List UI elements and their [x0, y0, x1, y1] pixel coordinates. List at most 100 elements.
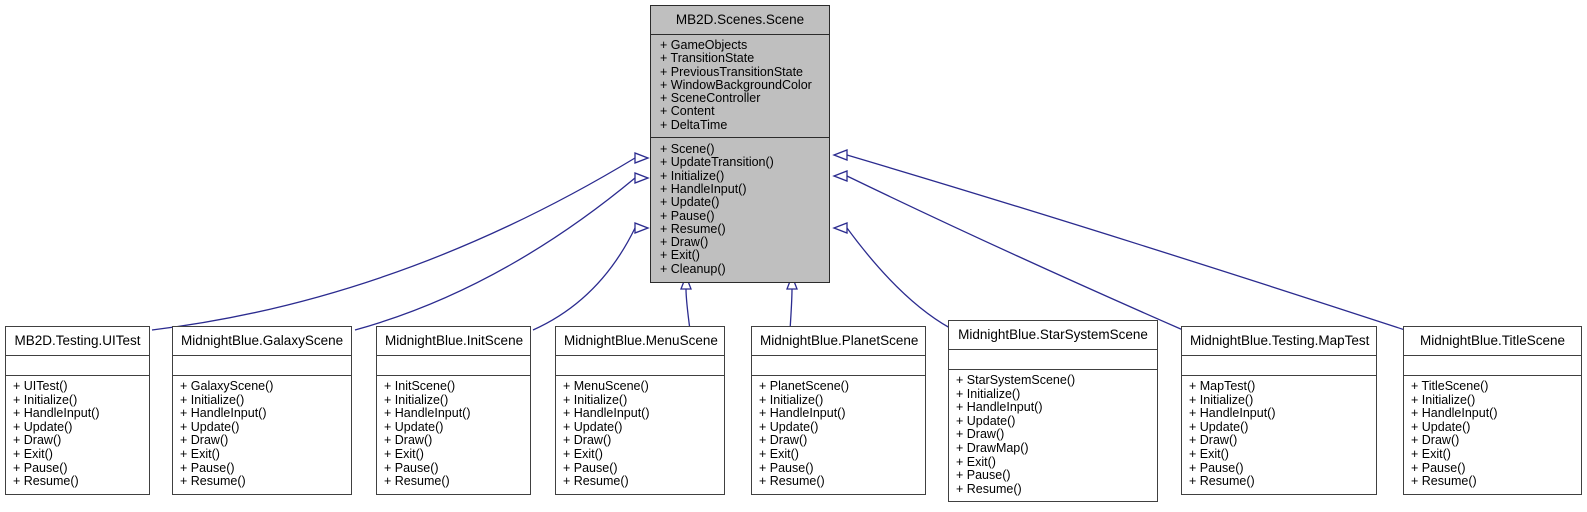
class-attribute: + TransitionState: [660, 51, 755, 66]
class-method: + Resume(): [956, 481, 1022, 496]
class-method: + HandleInput(): [1189, 406, 1276, 421]
class-method: + GalaxyScene(): [180, 379, 274, 393]
class-methods-compartment: + InitScene() + Initialize() + HandleInput…: [377, 376, 530, 494]
class-method: + Exit(): [13, 446, 53, 461]
class-title: MB2D.Scenes.Scene: [651, 6, 829, 35]
class-method: + HandleInput(): [180, 406, 267, 421]
class-method: + Update(): [384, 419, 444, 434]
class-method: + UpdateTransition(): [660, 155, 774, 170]
inheritance-edge: [832, 222, 951, 329]
class-method: + Update(): [180, 419, 240, 434]
class-attribute: + SceneController: [660, 91, 761, 106]
class-method: + PlanetScene(): [759, 379, 849, 393]
class-attributes-compartment: [377, 356, 530, 376]
class-box[interactable]: MidnightBlue.StarSystemScene + StarSystem…: [948, 320, 1158, 503]
inheritance-edge: [832, 170, 1184, 331]
class-method: + Draw(): [563, 433, 612, 448]
generalization-arrowhead: [832, 222, 848, 234]
class-method: + Pause(): [13, 460, 68, 475]
class-title: MidnightBlue.TitleScene: [1404, 327, 1581, 356]
generalization-arrowhead: [634, 152, 650, 164]
class-method: + Cleanup(): [660, 261, 726, 276]
class-method: + Resume(): [180, 474, 246, 489]
generalization-arrowhead: [832, 149, 848, 161]
class-method: + Exit(): [956, 454, 996, 469]
class-attributes-compartment: + GameObjects + TransitionState + Previous…: [651, 35, 829, 139]
class-method: + Pause(): [956, 468, 1011, 483]
class-box[interactable]: MidnightBlue.InitScene + InitScene() + Ini…: [376, 326, 531, 495]
class-box[interactable]: MB2D.Testing.UITest + UITest() + Initializ…: [5, 326, 150, 495]
class-method: + Draw(): [759, 433, 808, 448]
class-attributes-compartment: [556, 356, 724, 376]
class-method: + Update(): [956, 413, 1016, 428]
class-method: + Initialize(): [1189, 392, 1254, 407]
class-attribute: + GameObjects: [660, 38, 748, 52]
inheritance-edge: [354, 172, 650, 331]
class-attributes-compartment: [173, 356, 351, 376]
class-method: + Draw(): [180, 433, 229, 448]
inheritance-edge: [832, 149, 1406, 331]
class-method: + Resume(): [13, 474, 79, 489]
class-method: + Pause(): [180, 460, 235, 475]
class-box[interactable]: MidnightBlue.Testing.MapTest + MapTest() +…: [1181, 326, 1377, 495]
class-method: + HandleInput(): [13, 406, 100, 421]
class-box[interactable]: MidnightBlue.PlanetScene + PlanetScene() +…: [751, 326, 926, 495]
class-method: + Resume(): [660, 221, 726, 236]
class-method: + Initialize(): [13, 392, 78, 407]
generalization-arrowhead: [832, 170, 848, 182]
class-attribute: + PreviousTransitionState: [660, 64, 804, 79]
class-method: + Update(): [563, 419, 623, 434]
class-method: + Resume(): [759, 474, 825, 489]
class-method: + HandleInput(): [384, 406, 471, 421]
class-attribute: + Content: [660, 104, 715, 119]
class-method: + Draw(): [660, 235, 709, 250]
class-method: + Draw(): [13, 433, 62, 448]
class-method: + Update(): [1411, 419, 1471, 434]
class-attributes-compartment: [1182, 356, 1376, 376]
class-method: + Draw(): [1189, 433, 1238, 448]
class-method: + Exit(): [660, 248, 700, 263]
class-title: MidnightBlue.InitScene: [377, 327, 530, 356]
class-method: + Resume(): [563, 474, 629, 489]
class-method: + HandleInput(): [1411, 406, 1498, 421]
class-method: + Initialize(): [563, 392, 628, 407]
uml-inheritance-diagram: MB2D.Scenes.Scene + GameObjects + Transit…: [0, 0, 1587, 512]
class-method: + Initialize(): [956, 386, 1021, 401]
class-title: MidnightBlue.Testing.MapTest: [1182, 327, 1376, 356]
class-attributes-compartment: [6, 356, 149, 376]
class-title: MidnightBlue.MenuScene: [556, 327, 724, 356]
class-method: + HandleInput(): [956, 400, 1043, 415]
inheritance-edge: [532, 222, 650, 331]
class-method: + Update(): [13, 419, 73, 434]
class-method: + Initialize(): [759, 392, 824, 407]
class-attribute: + DeltaTime: [660, 117, 728, 132]
class-method: + Exit(): [1189, 446, 1229, 461]
class-method: + Exit(): [180, 446, 220, 461]
class-method: + MapTest(): [1189, 379, 1256, 393]
class-method: + Initialize(): [384, 392, 449, 407]
inheritance-edge: [680, 274, 692, 331]
class-method: + Pause(): [384, 460, 439, 475]
class-title: MidnightBlue.StarSystemScene: [949, 321, 1157, 350]
class-methods-compartment: + TitleScene() + Initialize() + HandleInpu…: [1404, 376, 1581, 494]
class-box[interactable]: MidnightBlue.GalaxyScene + GalaxyScene() +…: [172, 326, 352, 495]
class-box-base[interactable]: MB2D.Scenes.Scene + GameObjects + Transit…: [650, 5, 830, 284]
class-method: + Initialize(): [180, 392, 245, 407]
class-method: + DrawMap(): [956, 440, 1029, 455]
class-box[interactable]: MidnightBlue.TitleScene + TitleScene() + I…: [1403, 326, 1582, 495]
class-methods-compartment: + PlanetScene() + Initialize() + HandleInp…: [752, 376, 925, 494]
class-title: MidnightBlue.PlanetScene: [752, 327, 925, 356]
class-methods-compartment: + StarSystemScene() + Initialize() + Handl…: [949, 370, 1157, 501]
class-method: + Update(): [660, 195, 720, 210]
class-method: + Exit(): [759, 446, 799, 461]
class-methods-compartment: + Scene() + UpdateTransition() + Initializ…: [651, 138, 829, 282]
generalization-arrowhead: [634, 222, 650, 234]
class-method: + Pause(): [759, 460, 814, 475]
class-method: + Exit(): [563, 446, 603, 461]
class-method: + Resume(): [1411, 474, 1477, 489]
class-method: + Update(): [759, 419, 819, 434]
class-title: MB2D.Testing.UITest: [6, 327, 149, 356]
class-box[interactable]: MidnightBlue.MenuScene + MenuScene() + Ini…: [555, 326, 725, 495]
class-method: + Pause(): [660, 208, 715, 223]
class-method: + Exit(): [1411, 446, 1451, 461]
